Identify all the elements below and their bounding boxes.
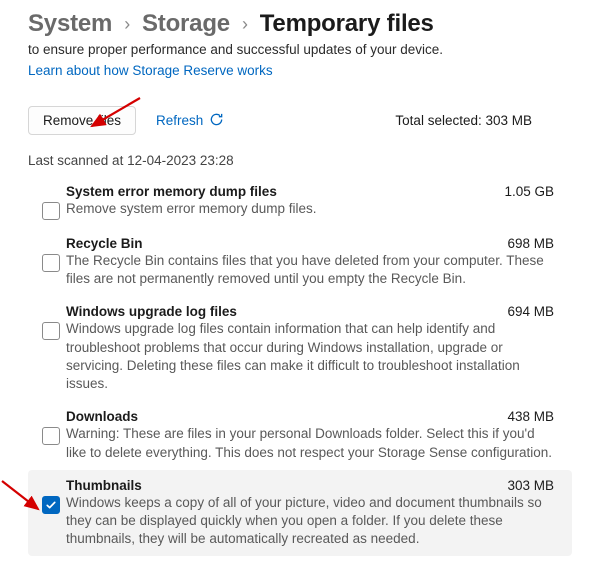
- item-title: System error memory dump files: [66, 184, 277, 199]
- item-checkbox[interactable]: [42, 322, 60, 340]
- refresh-icon: [209, 112, 224, 130]
- item-title: Thumbnails: [66, 478, 142, 493]
- item-checkbox[interactable]: [42, 254, 60, 272]
- item-size: 303 MB: [507, 478, 554, 493]
- item-checkbox[interactable]: [42, 496, 60, 514]
- last-scanned-label: Last scanned at 12-04-2023 23:28: [28, 153, 572, 168]
- item-size: 698 MB: [507, 236, 554, 251]
- chevron-right-icon: ›: [242, 14, 248, 35]
- item-title: Windows upgrade log files: [66, 304, 237, 319]
- storage-item: System error memory dump files 1.05 GBRem…: [28, 176, 572, 228]
- breadcrumb-storage[interactable]: Storage: [142, 10, 230, 38]
- storage-item: Thumbnails 303 MBWindows keeps a copy of …: [28, 470, 572, 557]
- learn-storage-reserve-link[interactable]: Learn about how Storage Reserve works: [28, 63, 273, 78]
- item-size: 694 MB: [507, 304, 554, 319]
- item-description: Windows upgrade log files contain inform…: [66, 320, 554, 393]
- item-title: Downloads: [66, 409, 138, 424]
- storage-item: Recycle Bin 698 MBThe Recycle Bin contain…: [28, 228, 572, 296]
- breadcrumb-temporary-files: Temporary files: [260, 10, 434, 38]
- breadcrumb-system[interactable]: System: [28, 10, 112, 38]
- remove-files-button[interactable]: Remove files: [28, 106, 136, 135]
- item-description: The Recycle Bin contains files that you …: [66, 252, 554, 288]
- action-row: Remove files Refresh Total selected: 303…: [28, 106, 572, 135]
- item-description: Warning: These are files in your persona…: [66, 425, 554, 461]
- item-checkbox[interactable]: [42, 202, 60, 220]
- refresh-label: Refresh: [156, 113, 203, 128]
- refresh-button[interactable]: Refresh: [156, 112, 224, 130]
- chevron-right-icon: ›: [124, 14, 130, 35]
- item-checkbox[interactable]: [42, 427, 60, 445]
- item-title: Recycle Bin: [66, 236, 143, 251]
- item-size: 438 MB: [507, 409, 554, 424]
- breadcrumb: System › Storage › Temporary files: [28, 10, 572, 38]
- truncated-description: to ensure proper performance and success…: [28, 42, 572, 57]
- total-selected-label: Total selected: 303 MB: [395, 113, 532, 128]
- item-description: Remove system error memory dump files.: [66, 200, 554, 218]
- item-size: 1.05 GB: [504, 184, 554, 199]
- storage-item: Windows upgrade log files 694 MBWindows u…: [28, 296, 572, 401]
- storage-item: Downloads 438 MBWarning: These are files …: [28, 401, 572, 469]
- item-description: Windows keeps a copy of all of your pict…: [66, 494, 554, 549]
